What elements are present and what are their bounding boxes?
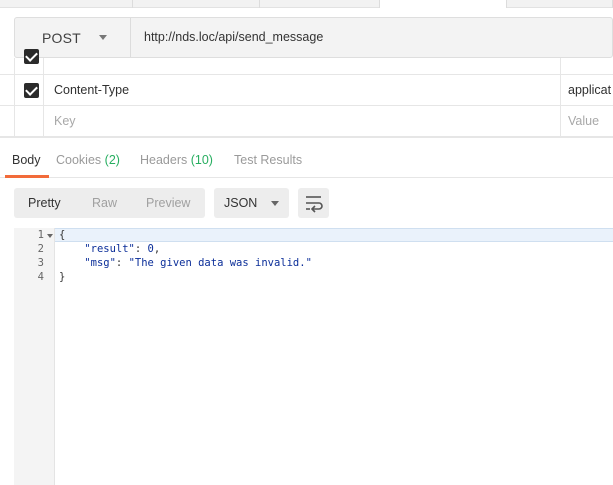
tab-headers[interactable]: Headers (10) bbox=[140, 153, 213, 167]
wrap-lines-icon bbox=[306, 196, 323, 213]
raw-button[interactable]: Raw bbox=[92, 196, 117, 210]
code-line: "result": 0, bbox=[84, 243, 161, 255]
chevron-down-icon bbox=[98, 35, 107, 40]
response-tabs: Body Cookies (2) Headers (10) Test Resul… bbox=[0, 137, 613, 178]
pretty-button[interactable]: Pretty bbox=[28, 196, 61, 210]
format-select[interactable]: JSON bbox=[214, 188, 289, 218]
cookies-count: (2) bbox=[104, 153, 120, 167]
line-number: 1 bbox=[37, 229, 44, 241]
code-line: { bbox=[59, 229, 66, 241]
tab-cell[interactable] bbox=[133, 0, 260, 8]
line-number: 2 bbox=[37, 243, 44, 255]
headers-count: (10) bbox=[190, 153, 213, 167]
tab-strip bbox=[0, 0, 613, 8]
tab-cookies-label: Cookies bbox=[56, 153, 102, 167]
tab-cell[interactable] bbox=[260, 0, 380, 8]
checkbox-icon[interactable] bbox=[24, 49, 39, 64]
header-value: applicat bbox=[568, 83, 612, 97]
checkbox-icon[interactable] bbox=[24, 83, 39, 98]
header-row-partial bbox=[0, 49, 613, 75]
tab-cell[interactable] bbox=[380, 0, 507, 8]
code-line: } bbox=[59, 271, 66, 283]
header-row-new: Key Value bbox=[0, 106, 613, 137]
fold-icon[interactable] bbox=[47, 234, 53, 238]
method-label: POST bbox=[42, 29, 81, 46]
tab-cell[interactable] bbox=[0, 0, 133, 8]
value-placeholder: Value bbox=[568, 114, 600, 128]
view-mode-group: Pretty Raw Preview bbox=[14, 188, 205, 218]
tab-body[interactable]: Body bbox=[12, 153, 41, 167]
wrap-lines-button[interactable] bbox=[298, 188, 329, 218]
preview-button[interactable]: Preview bbox=[146, 196, 190, 210]
header-key: Content-Type bbox=[54, 83, 130, 97]
header-value-cell[interactable]: applicat bbox=[561, 75, 613, 105]
code-line: "msg": "The given data was invalid." bbox=[84, 257, 312, 269]
line-number: 3 bbox=[37, 257, 44, 269]
active-tab-indicator bbox=[5, 175, 49, 178]
active-line-highlight bbox=[55, 228, 613, 242]
tab-test-results[interactable]: Test Results bbox=[234, 153, 302, 167]
response-body-editor[interactable]: 1 2 3 4 { "result": 0, "msg": "The given… bbox=[14, 228, 613, 485]
url-input[interactable]: http://nds.loc/api/send_message bbox=[144, 30, 323, 44]
request-bar: POST http://nds.loc/api/send_message bbox=[14, 17, 613, 58]
chevron-down-icon bbox=[271, 200, 280, 206]
key-placeholder: Key bbox=[54, 114, 76, 128]
header-key-cell[interactable]: Content-Type bbox=[44, 75, 561, 105]
format-label: JSON bbox=[224, 196, 258, 210]
header-row: Content-Type applicat bbox=[0, 75, 613, 106]
header-value-input[interactable]: Value bbox=[561, 106, 613, 136]
tab-cell[interactable] bbox=[507, 0, 613, 8]
line-gutter: 1 2 3 4 bbox=[14, 228, 55, 485]
tab-headers-label: Headers bbox=[140, 153, 188, 167]
tab-cookies[interactable]: Cookies (2) bbox=[56, 153, 120, 167]
line-number: 4 bbox=[37, 271, 44, 283]
header-key-input[interactable]: Key bbox=[44, 106, 561, 136]
